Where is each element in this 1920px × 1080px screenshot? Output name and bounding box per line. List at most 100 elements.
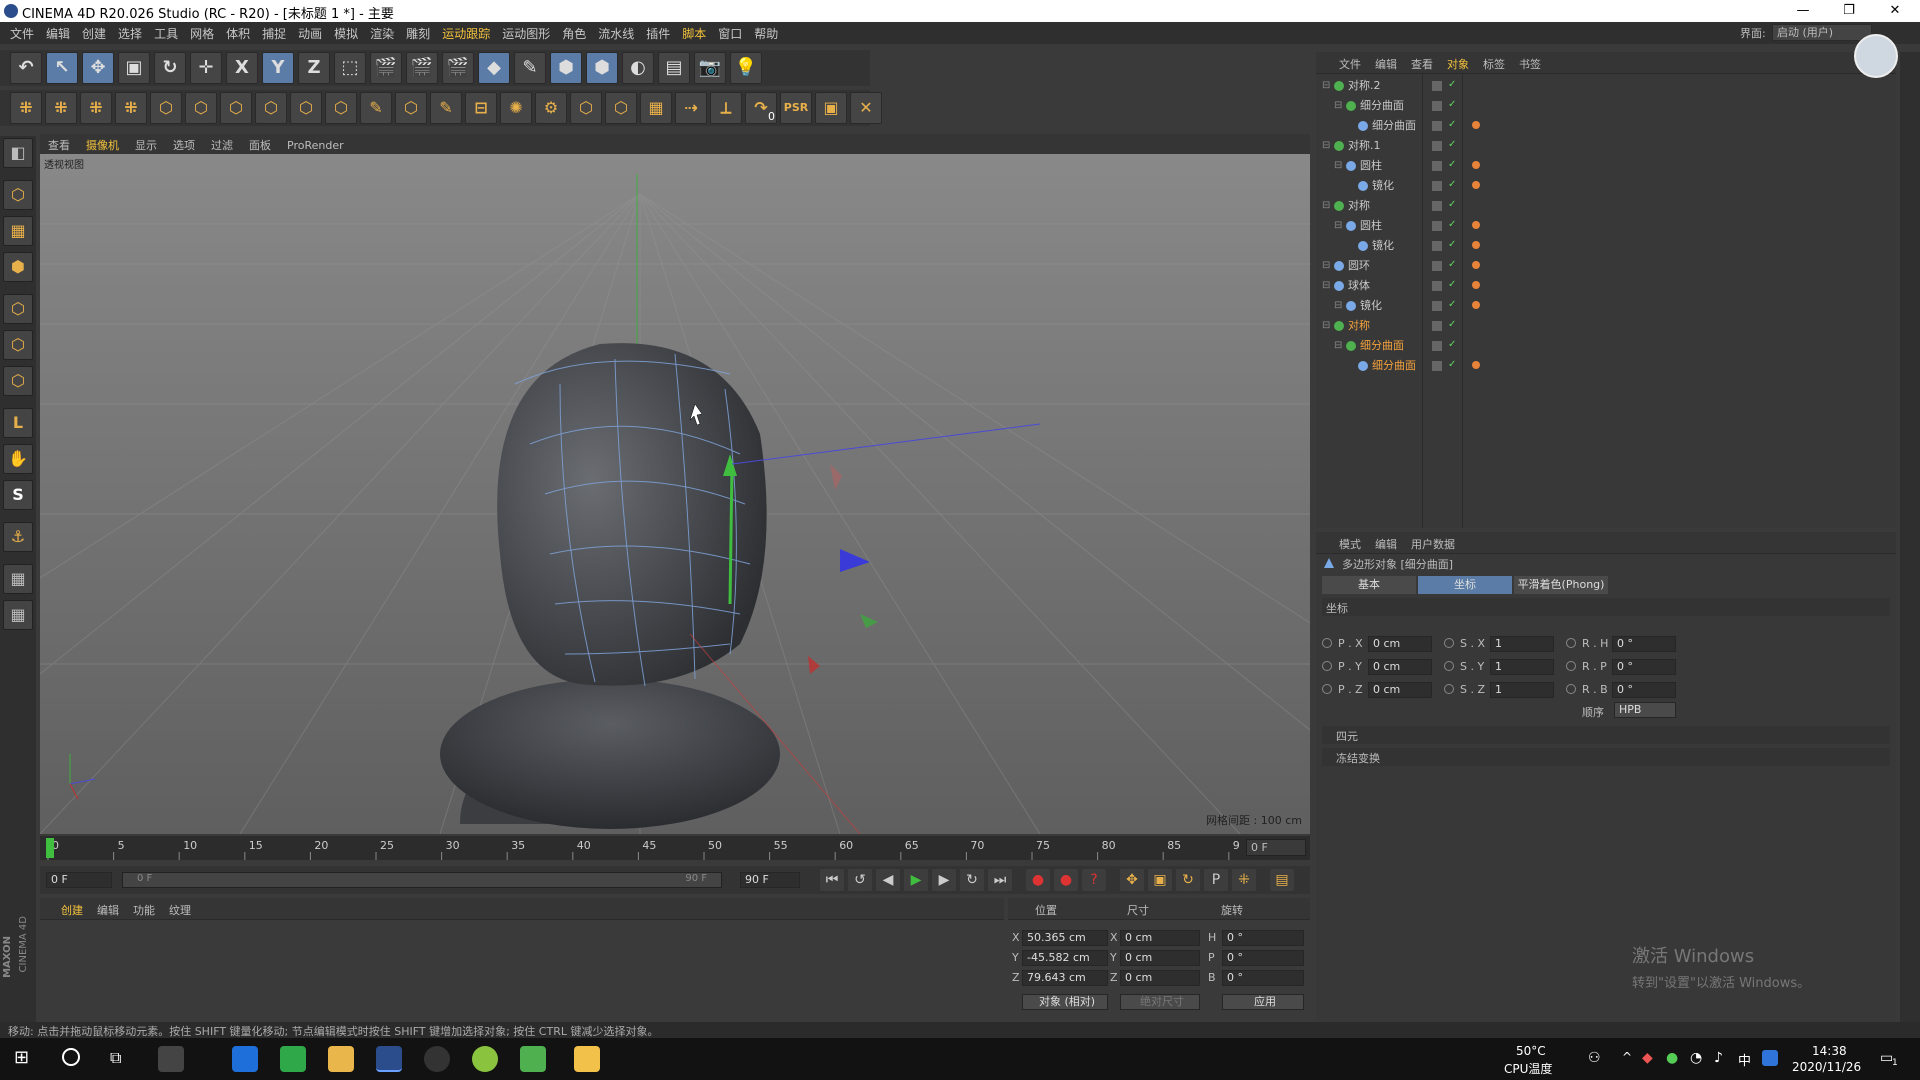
object-name[interactable]: 镜化 [1372,236,1394,256]
menu-item[interactable]: 脚本 [676,22,712,45]
toolbar-button[interactable]: Z [298,52,330,84]
layer-icon[interactable] [1432,261,1442,271]
position-field[interactable]: 0 cm [1368,636,1432,652]
edge-icon[interactable] [232,1046,258,1072]
expand-toggle-icon[interactable]: ⊟ [1322,196,1330,216]
position-field[interactable]: -45.582 cm [1022,950,1108,966]
object-manager-tab[interactable]: 编辑 [1368,52,1404,76]
volume-icon[interactable]: ♪ [1714,1050,1723,1066]
coordinate-mode-select[interactable]: 对象 (相对) [1022,994,1108,1010]
timeline[interactable]: 051015202530354045505560657075808590 0 F [40,836,1310,860]
object-tree-item[interactable]: ⊟ 对称 ✓ [1320,196,1880,216]
loop2-button[interactable]: ↻ [960,869,984,891]
collapsible-group[interactable]: 冻结变换 [1322,748,1890,766]
model-mode-icon[interactable]: ◧ [3,138,33,168]
object-tree-item[interactable]: 细分曲面 ✓ [1320,116,1880,136]
object-tree-item[interactable]: ⊟ 细分曲面 ✓ [1320,336,1880,356]
toolbar-button[interactable]: ✥ [82,52,114,84]
loop-button[interactable]: ↺ [848,869,872,891]
viewport-menu-item[interactable]: 显示 [127,134,165,156]
object-tree-item[interactable]: ⊟ 细分曲面 ✓ [1320,96,1880,116]
object-tree-item[interactable]: ⊟ 圆柱 ✓ [1320,156,1880,176]
rotation-field[interactable]: 0 ° [1612,682,1676,698]
layer-icon[interactable] [1432,241,1442,251]
rotation-field[interactable]: 0 ° [1222,930,1304,946]
scale-field[interactable]: 1 [1490,682,1554,698]
object-name[interactable]: 对称 [1348,196,1370,216]
auto-key-button[interactable]: ● [1054,869,1078,891]
attribute-subtab[interactable]: 平滑着色(Phong) [1514,576,1608,594]
animate-toggle-icon[interactable] [1566,684,1576,694]
ime-indicator[interactable]: 中 [1738,1050,1751,1069]
tag-icon[interactable] [1472,281,1480,289]
attribute-subtab[interactable]: 坐标 [1418,576,1512,594]
qq-tray-icon[interactable] [1762,1050,1778,1066]
go-start-button[interactable]: ⏮ [820,869,844,891]
menu-item[interactable]: 动画 [292,22,328,45]
move-key-button[interactable]: ✥ [1120,869,1144,891]
scale-field[interactable]: 1 [1490,636,1554,652]
layer-icon[interactable] [1432,281,1442,291]
mode-toolbar-button[interactable]: ⬡ [255,92,287,124]
tag-icon[interactable] [1472,241,1480,249]
mode-toolbar-button[interactable]: ⬡ [185,92,217,124]
animate-toggle-icon[interactable] [1322,684,1332,694]
search-icon[interactable] [62,1048,80,1066]
toolbar-button[interactable]: X [226,52,258,84]
object-tree-item[interactable]: ⊟ 圆环 ✓ [1320,256,1880,276]
close-button[interactable]: ✕ [1872,0,1918,22]
cinema4d-taskbar-icon[interactable] [376,1046,402,1072]
layer-icon[interactable] [1432,101,1442,111]
order-select[interactable]: HPB [1614,702,1676,718]
menu-item[interactable]: 编辑 [40,22,76,45]
interface-select[interactable]: 启动 (用户) [1772,24,1872,41]
material-tab[interactable]: 创建 [54,898,90,922]
object-name[interactable]: 细分曲面 [1372,116,1416,136]
menu-item[interactable]: 网格 [184,22,220,45]
start-frame-field[interactable]: 0 F [46,872,112,888]
menu-item[interactable]: 工具 [148,22,184,45]
expand-toggle-icon[interactable]: ⊟ [1322,316,1330,336]
visibility-check-icon[interactable]: ✓ [1448,300,1458,310]
object-name[interactable]: 对称.2 [1348,76,1381,96]
size-field[interactable]: 0 cm [1120,930,1200,946]
mode-toolbar-button[interactable]: ✎ [360,92,392,124]
visibility-check-icon[interactable]: ✓ [1448,340,1458,350]
apply-button[interactable]: 应用 [1222,994,1304,1010]
polygons-mode-icon[interactable]: ⬡ [3,366,33,396]
tag-icon[interactable] [1472,181,1480,189]
axis-icon[interactable]: L [3,408,33,438]
animate-toggle-icon[interactable] [1444,661,1454,671]
notes-icon[interactable] [574,1046,600,1072]
mode-toolbar-button[interactable]: ⊟ [465,92,497,124]
rotation-field[interactable]: 0 ° [1222,950,1304,966]
object-tree-item[interactable]: ⊟ 对称.1 ✓ [1320,136,1880,156]
playhead[interactable] [46,838,54,858]
object-manager-tab[interactable]: 标签 [1476,52,1512,76]
mode-toolbar-button[interactable]: ▣ [815,92,847,124]
workspace-icon[interactable]: ▦ [3,600,33,630]
toolbar-button[interactable]: 💡 [730,52,762,84]
scale-key-button[interactable]: ▣ [1148,869,1172,891]
menu-item[interactable]: 渲染 [364,22,400,45]
points-key-button[interactable]: ⁜ [1232,869,1256,891]
network-icon[interactable]: ◔ [1690,1050,1702,1066]
toolbar-button[interactable]: ◆ [478,52,510,84]
rotation-field[interactable]: 0 ° [1612,636,1676,652]
toolbar-button[interactable]: 🎬 [370,52,402,84]
object-tree-item[interactable]: ⊟ 对称 ✓ [1320,316,1880,336]
viewport-menu-item[interactable]: 过滤 [203,134,241,156]
workplane-icon[interactable]: ⬢ [3,252,33,282]
animate-toggle-icon[interactable] [1444,638,1454,648]
attribute-tab[interactable]: 用户数据 [1404,532,1462,556]
animate-toggle-icon[interactable] [1566,638,1576,648]
file-explorer-icon[interactable] [328,1046,354,1072]
toolbar-button[interactable]: Y [262,52,294,84]
toolbar-button[interactable]: 📷 [694,52,726,84]
range-slider[interactable]: 0 F 90 F [122,872,722,888]
mode-toolbar-button[interactable]: ⬡ [325,92,357,124]
timeline-window-button[interactable]: ▤ [1270,869,1294,891]
size-field[interactable]: 0 cm [1120,970,1200,986]
mode-toolbar-button[interactable]: ⚙ [535,92,567,124]
mode-toolbar-button[interactable]: ⟂ [710,92,742,124]
